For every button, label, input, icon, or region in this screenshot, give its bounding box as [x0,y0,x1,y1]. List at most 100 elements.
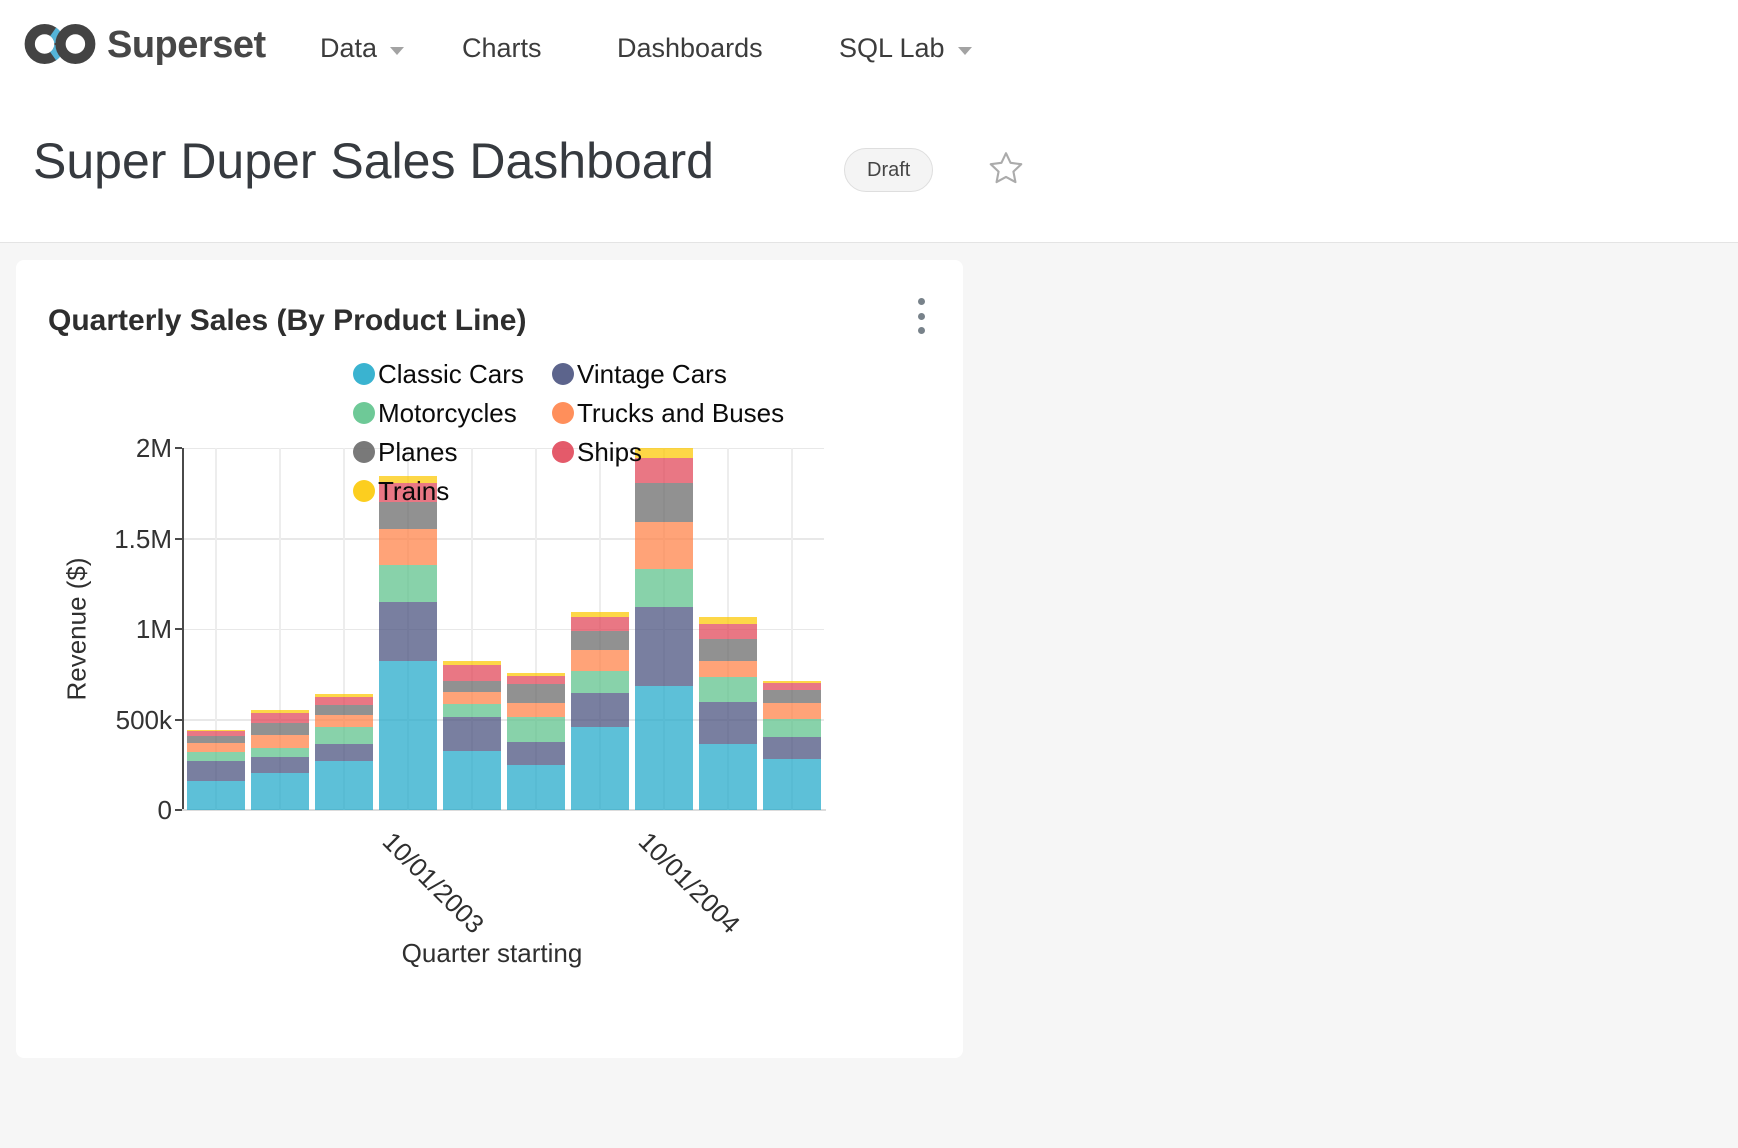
bar-segment[interactable] [315,715,373,727]
y-tick-label: 0 [158,797,172,823]
bar-segment[interactable] [571,631,629,651]
bar-segment[interactable] [251,757,309,773]
bar-segment[interactable] [251,748,309,757]
bar-segment[interactable] [379,602,437,661]
stacked-bar[interactable] [763,681,821,810]
bar-segment[interactable] [507,717,565,742]
nav-item-dashboards[interactable]: Dashboards [617,33,763,64]
bar-segment[interactable] [507,765,565,810]
bar-segment[interactable] [187,736,245,743]
bar-segment[interactable] [699,677,757,702]
bar-segment[interactable] [315,761,373,810]
legend-item[interactable]: Classic Cars [353,363,552,385]
brand-name[interactable]: Superset [107,24,266,67]
bar-segment[interactable] [763,681,821,684]
y-tick-label: 2M [136,435,172,461]
bar-segment[interactable] [187,743,245,752]
bar-segment[interactable] [187,781,245,810]
bar-segment[interactable] [315,705,373,715]
bar-segment[interactable] [635,686,693,810]
stacked-bar[interactable] [251,710,309,810]
bar-segment[interactable] [315,694,373,698]
nav-item-label: Data [320,33,377,64]
bar-segment[interactable] [187,761,245,781]
legend-dot-icon [552,402,574,424]
bar-segment[interactable] [763,759,821,810]
bar-segment[interactable] [443,751,501,810]
nav-item-data[interactable]: Data [320,33,404,64]
bar-segment[interactable] [571,612,629,617]
bar-segment[interactable] [699,624,757,639]
bar-segment[interactable] [571,617,629,631]
stacked-bar[interactable] [187,730,245,810]
legend-item[interactable]: Ships [552,441,784,463]
superset-logo-icon[interactable] [20,20,100,68]
bar-segment[interactable] [507,673,565,676]
bar-segment[interactable] [379,565,437,601]
bar-segment[interactable] [443,681,501,693]
y-axis-tick [175,809,182,811]
app-header: Superset Data Charts Dashboards SQL Lab … [0,0,1738,243]
bar-segment[interactable] [443,661,501,666]
bar-segment[interactable] [443,717,501,752]
bar-segment[interactable] [251,710,309,713]
bar-segment[interactable] [571,693,629,727]
bar-segment[interactable] [763,703,821,719]
bar-segment[interactable] [379,529,437,565]
bar-segment[interactable] [443,692,501,704]
bar-segment[interactable] [315,697,373,704]
bar-segment[interactable] [507,703,565,717]
bar-segment[interactable] [763,719,821,737]
bar-segment[interactable] [699,702,757,744]
bar-segment[interactable] [699,639,757,661]
bar-segment[interactable] [507,684,565,703]
bar-segment[interactable] [251,723,309,735]
x-tick-label: 10/01/2004 [632,826,746,940]
y-axis-tick [175,628,182,630]
favorite-star-icon[interactable] [988,150,1024,186]
bar-segment[interactable] [635,569,693,607]
bar-segment[interactable] [571,671,629,693]
legend-item[interactable]: Planes [353,441,552,463]
stacked-bar[interactable] [379,476,437,810]
bar-segment[interactable] [571,727,629,810]
legend-label: Vintage Cars [577,363,727,385]
bar-segment[interactable] [379,661,437,810]
stacked-bar[interactable] [571,612,629,810]
bar-segment[interactable] [315,744,373,761]
bar-segment[interactable] [507,742,565,765]
bar-segment[interactable] [443,704,501,717]
stacked-bar[interactable] [315,694,373,810]
bar-segment[interactable] [699,661,757,677]
bar-segment[interactable] [763,683,821,690]
bar-segment[interactable] [187,730,245,732]
stacked-bar[interactable] [443,661,501,810]
bar-segment[interactable] [699,617,757,624]
bar-segment[interactable] [635,522,693,569]
stacked-bar[interactable] [699,617,757,810]
bar-segment[interactable] [379,502,437,529]
chart-legend: Classic Cars Vintage Cars MotorcyclesTruck… [353,363,784,502]
bar-segment[interactable] [699,744,757,810]
bar-segment[interactable] [635,607,693,686]
bar-segment[interactable] [763,737,821,759]
top-navbar: Superset Data Charts Dashboards SQL Lab [0,0,1738,88]
nav-item-sql-lab[interactable]: SQL Lab [839,33,972,64]
bar-segment[interactable] [187,752,245,761]
stacked-bar[interactable] [507,673,565,810]
bar-segment[interactable] [315,727,373,744]
bar-segment[interactable] [187,731,245,736]
chart-menu-kebab-icon[interactable] [912,298,930,334]
bar-segment[interactable] [251,735,309,748]
bar-segment[interactable] [443,665,501,680]
legend-item[interactable]: Trucks and Buses [552,402,784,424]
bar-segment[interactable] [571,650,629,670]
legend-item[interactable]: Trains [353,480,552,502]
bar-segment[interactable] [251,773,309,810]
legend-item[interactable]: Motorcycles [353,402,552,424]
nav-item-charts[interactable]: Charts [462,33,542,64]
bar-segment[interactable] [763,690,821,703]
bar-segment[interactable] [507,676,565,684]
legend-item[interactable]: Vintage Cars [552,363,784,385]
bar-segment[interactable] [251,713,309,723]
